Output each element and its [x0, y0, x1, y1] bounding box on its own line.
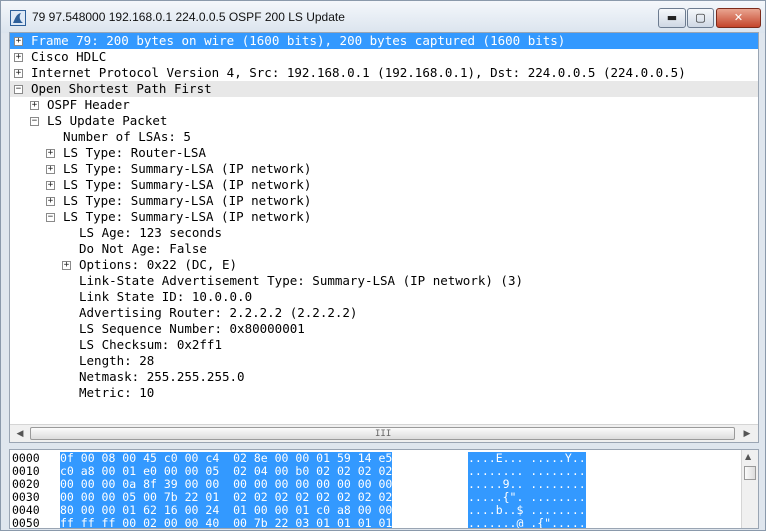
expand-icon[interactable]: +	[46, 181, 55, 190]
tree-row-label: Number of LSAs: 5	[63, 129, 191, 144]
tree-row[interactable]: + LS Type: Summary-LSA (IP network)	[10, 177, 758, 193]
tree-row-label: Netmask: 255.255.255.0	[79, 369, 245, 384]
tree-row-label: Link-State Advertisement Type: Summary-L…	[79, 273, 524, 288]
tree-row-label: Open Shortest Path First	[31, 81, 212, 96]
expand-icon[interactable]: +	[14, 69, 23, 78]
expand-icon[interactable]: +	[46, 165, 55, 174]
scroll-right-arrow-icon[interactable]: ▶	[740, 427, 754, 441]
tree-row[interactable]: LS Sequence Number: 0x80000001	[10, 321, 758, 337]
tree-row[interactable]: Number of LSAs: 5	[10, 129, 758, 145]
expand-icon[interactable]: +	[14, 53, 23, 62]
tree-row-label: OSPF Header	[47, 97, 130, 112]
scroll-left-arrow-icon[interactable]: ◀	[13, 427, 27, 441]
scrollbar-thumb[interactable]: III	[30, 427, 735, 440]
hex-offset: 0050	[12, 516, 40, 529]
tree-row-label: Cisco HDLC	[31, 49, 107, 64]
tree-row[interactable]: LS Age: 123 seconds	[10, 225, 758, 241]
minimize-button[interactable]: ▬	[658, 8, 686, 28]
tree-row-label: Advertising Router: 2.2.2.2 (2.2.2.2)	[79, 305, 358, 320]
tree-row[interactable]: Netmask: 255.255.255.0	[10, 369, 758, 385]
tree-row-label: Options: 0x22 (DC, E)	[79, 257, 238, 272]
close-button[interactable]: ✕	[716, 8, 761, 28]
tree-row-label: LS Sequence Number: 0x80000001	[79, 321, 305, 336]
packet-window: 79 97.548000 192.168.0.1 224.0.0.5 OSPF …	[0, 0, 766, 531]
tree-row-label: LS Type: Summary-LSA (IP network)	[63, 193, 312, 208]
expand-icon[interactable]: +	[30, 101, 39, 110]
tree-row[interactable]: + OSPF Header	[10, 97, 758, 113]
maximize-button[interactable]: ▢	[687, 8, 714, 28]
tree-row-label: Do Not Age: False	[79, 241, 207, 256]
wireshark-fin-icon	[10, 10, 26, 26]
tree-row[interactable]: − LS Update Packet	[10, 113, 758, 129]
tree-row[interactable]: + LS Type: Summary-LSA (IP network)	[10, 193, 758, 209]
tree-row-label: Metric: 10	[79, 385, 155, 400]
collapse-icon[interactable]: −	[14, 85, 23, 94]
horizontal-scrollbar[interactable]: ◀ III ▶	[10, 424, 758, 442]
packet-bytes-pane[interactable]: 0000 0f 00 08 00 45 c0 00 c4 02 8e 00 00 …	[9, 449, 759, 529]
tree-row-label: LS Type: Summary-LSA (IP network)	[63, 209, 312, 224]
tree-row[interactable]: + Cisco HDLC	[10, 49, 758, 65]
scroll-up-arrow-icon[interactable]: ▲	[745, 452, 751, 461]
tree-row[interactable]: + LS Type: Router-LSA	[10, 145, 758, 161]
tree-row[interactable]: Link State ID: 10.0.0.0	[10, 289, 758, 305]
tree-row-label: LS Type: Router-LSA	[63, 145, 206, 160]
tree-row-label: LS Update Packet	[47, 113, 168, 128]
scrollbar-grip: III	[375, 429, 392, 439]
collapse-icon[interactable]: −	[46, 213, 55, 222]
tree-row-label: LS Type: Summary-LSA (IP network)	[63, 177, 312, 192]
packet-details-tree[interactable]: + Frame 79: 200 bytes on wire (1600 bits)…	[9, 32, 759, 443]
tree-row-label: Internet Protocol Version 4, Src: 192.16…	[31, 65, 686, 80]
tree-row[interactable]: Do Not Age: False	[10, 241, 758, 257]
ascii-bytes: .......@ .{".....	[468, 516, 586, 529]
hex-dump-line[interactable]: 0050 ff ff ff 00 02 00 00 40 00 7b 22 03 …	[10, 516, 740, 529]
tree-row-label: Link State ID: 10.0.0.0	[79, 289, 253, 304]
title-bar[interactable]: 79 97.548000 192.168.0.1 224.0.0.5 OSPF …	[1, 1, 765, 33]
expand-icon[interactable]: +	[62, 261, 71, 270]
hex-bytes: ff ff ff 00 02 00 00 40 00 7b 22 03 01 0…	[60, 516, 393, 529]
expand-icon[interactable]: +	[46, 197, 55, 206]
tree-row[interactable]: Length: 28	[10, 353, 758, 369]
expand-icon[interactable]: +	[46, 149, 55, 158]
tree-row[interactable]: − LS Type: Summary-LSA (IP network)	[10, 209, 758, 225]
tree-row[interactable]: − Open Shortest Path First	[10, 81, 758, 97]
tree-row[interactable]: Metric: 10	[10, 385, 758, 401]
tree-row[interactable]: + Frame 79: 200 bytes on wire (1600 bits)…	[10, 33, 758, 49]
tree-row[interactable]: LS Checksum: 0x2ff1	[10, 337, 758, 353]
vertical-scrollbar[interactable]: ▲	[741, 450, 758, 528]
tree-row[interactable]: Advertising Router: 2.2.2.2 (2.2.2.2)	[10, 305, 758, 321]
scrollbar-thumb[interactable]	[744, 466, 756, 480]
tree-row[interactable]: Link-State Advertisement Type: Summary-L…	[10, 273, 758, 289]
tree-row[interactable]: + Options: 0x22 (DC, E)	[10, 257, 758, 273]
tree-row-label: Frame 79: 200 bytes on wire (1600 bits),…	[31, 33, 566, 48]
tree-row-label: LS Type: Summary-LSA (IP network)	[63, 161, 312, 176]
tree-row[interactable]: + Internet Protocol Version 4, Src: 192.1…	[10, 65, 758, 81]
expand-icon[interactable]: +	[14, 37, 23, 46]
window-title: 79 97.548000 192.168.0.1 224.0.0.5 OSPF …	[32, 10, 345, 24]
tree-row-label: Length: 28	[79, 353, 155, 368]
collapse-icon[interactable]: −	[30, 117, 39, 126]
tree-row[interactable]: + LS Type: Summary-LSA (IP network)	[10, 161, 758, 177]
tree-row-label: LS Checksum: 0x2ff1	[79, 337, 222, 352]
tree-row-label: LS Age: 123 seconds	[79, 225, 222, 240]
